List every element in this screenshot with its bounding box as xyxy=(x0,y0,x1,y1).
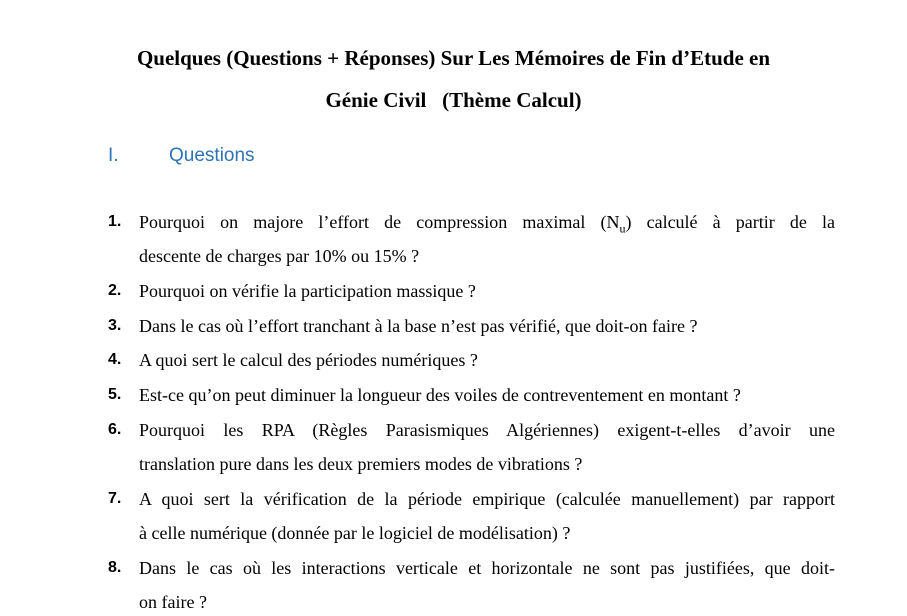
section-title: Questions xyxy=(169,145,255,166)
list-item-text: on faire ? xyxy=(139,592,207,612)
list-item-text: à celle numérique (donnée par le logicie… xyxy=(139,523,571,543)
list-item-number: 2. xyxy=(108,282,122,299)
list-item-number: 1. xyxy=(108,213,122,230)
list-item-text: descente de charges par 10% ou 15% ? xyxy=(139,246,420,266)
list-item-text: Pourquoi on vérifie la participation mas… xyxy=(139,281,476,301)
list-item-number: 4. xyxy=(108,351,122,368)
list-item-number: 8. xyxy=(108,559,122,576)
list-item-number: 6. xyxy=(108,421,122,438)
list-item-number: 7. xyxy=(108,490,122,507)
list-item-text: Dans le cas où les interactions vertical… xyxy=(139,558,835,578)
list-item-text-part: Pourquoi on majore l’effort de compressi… xyxy=(139,212,620,232)
list-item-text: Pourquoi les RPA (Règles Parasismiques A… xyxy=(139,420,835,440)
list-item-text: Pourquoi on majore l’effort de compressi… xyxy=(139,211,836,235)
list-item-text: A quoi sert la vérification de la périod… xyxy=(139,489,835,509)
list-item-number: 3. xyxy=(108,317,122,334)
list-item-text: Est-ce qu’on peut diminuer la longueur d… xyxy=(139,385,741,405)
document-title-line-1: Quelques (Questions + Réponses) Sur Les … xyxy=(136,46,771,70)
list-item-text-part: ) calculé à partir de la xyxy=(625,212,836,232)
document-title-line-2: Génie Civil (Thème Calcul) xyxy=(325,88,582,112)
list-item-number: 5. xyxy=(108,386,122,403)
section-number: I. xyxy=(108,145,119,166)
list-item-text: translation pure dans les deux premiers … xyxy=(139,454,583,474)
list-item-text: A quoi sert le calcul des périodes numér… xyxy=(139,350,478,370)
list-item-text: Dans le cas où l’effort tranchant à la b… xyxy=(139,316,698,336)
document-page: Quelques (Questions + Réponses) Sur Les … xyxy=(0,0,907,616)
